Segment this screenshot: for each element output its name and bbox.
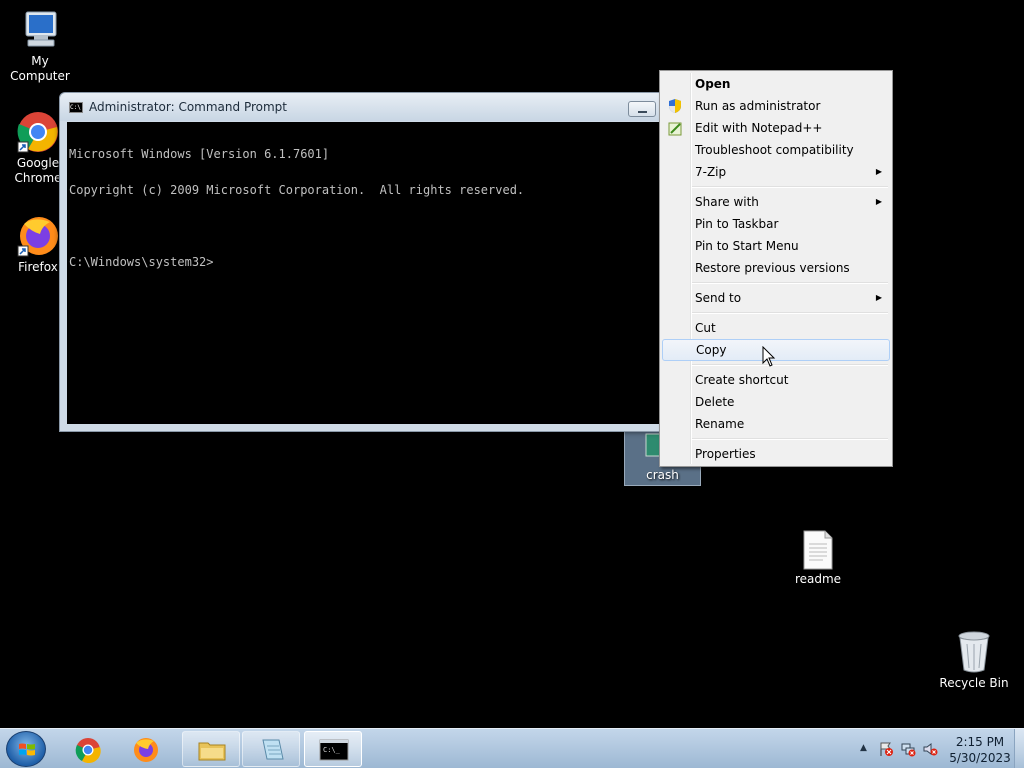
network-icon[interactable] bbox=[900, 741, 916, 757]
menu-item-label: Pin to Start Menu bbox=[695, 239, 799, 253]
menu-item-label: Delete bbox=[695, 395, 735, 409]
console-prompt: C:\Windows\system32> bbox=[69, 255, 214, 269]
menu-separator bbox=[662, 435, 890, 443]
cmd-console[interactable]: Microsoft Windows [Version 6.1.7601] Cop… bbox=[67, 122, 668, 424]
recycle-bin-icon bbox=[958, 631, 990, 673]
notepadpp-icon bbox=[668, 122, 682, 136]
menu-separator bbox=[662, 279, 890, 287]
system-tray: ▲ 2:15 PM 5/30/2023 bbox=[834, 729, 1024, 768]
firefox-icon bbox=[134, 738, 158, 762]
windows-logo-icon bbox=[19, 743, 35, 756]
window-title: Administrator: Command Prompt bbox=[89, 100, 287, 114]
desktop-icon-label: readme bbox=[794, 572, 842, 586]
menu-item-open[interactable]: Open bbox=[662, 73, 890, 95]
submenu-arrow-icon: ▶ bbox=[875, 293, 882, 302]
desktop-icon-my-computer[interactable]: My Computer bbox=[0, 8, 80, 84]
minimize-button[interactable] bbox=[628, 101, 656, 117]
start-button[interactable] bbox=[6, 731, 46, 767]
desktop-icon-label: My Computer bbox=[10, 54, 70, 83]
menu-item-label: 7-Zip bbox=[695, 165, 727, 179]
menu-separator bbox=[662, 361, 890, 369]
submenu-arrow-icon: ▶ bbox=[875, 197, 882, 206]
menu-item-label: Run as administrator bbox=[695, 99, 821, 113]
desktop-icon-readme[interactable]: readme bbox=[778, 530, 858, 587]
cmd-titlebar[interactable]: C:\ Administrator: Command Prompt bbox=[60, 93, 668, 121]
computer-icon bbox=[25, 11, 57, 47]
menu-item-label: Copy bbox=[696, 343, 727, 357]
chrome-icon bbox=[17, 112, 58, 153]
volume-muted-icon[interactable] bbox=[922, 741, 938, 757]
text-file-icon bbox=[803, 530, 833, 570]
menu-separator bbox=[662, 309, 890, 317]
menu-item-label: Send to bbox=[695, 291, 742, 305]
menu-item-label: Pin to Taskbar bbox=[695, 217, 779, 231]
menu-item-pin-start[interactable]: Pin to Start Menu bbox=[662, 235, 890, 257]
console-line: Copyright (c) 2009 Microsoft Corporation… bbox=[69, 183, 525, 197]
clock[interactable]: 2:15 PM 5/30/2023 bbox=[947, 734, 1013, 766]
show-desktop-button[interactable] bbox=[1014, 729, 1024, 768]
notepad-icon bbox=[262, 739, 284, 760]
clock-date: 5/30/2023 bbox=[949, 751, 1011, 765]
menu-item-pin-taskbar[interactable]: Pin to Taskbar bbox=[662, 213, 890, 235]
svg-text:C:\_: C:\_ bbox=[323, 746, 341, 754]
desktop-icon-label: crash bbox=[646, 468, 679, 482]
chrome-icon bbox=[75, 738, 101, 763]
menu-item-troubleshoot[interactable]: Troubleshoot compatibility bbox=[662, 139, 890, 161]
desktop-icon-label: Google Chrome bbox=[14, 156, 62, 185]
menu-item-7zip[interactable]: 7-Zip ▶ bbox=[662, 161, 890, 183]
menu-item-label: Restore previous versions bbox=[695, 261, 850, 275]
menu-item-delete[interactable]: Delete bbox=[662, 391, 890, 413]
menu-item-properties[interactable]: Properties bbox=[662, 443, 890, 465]
taskbar-cmd-button[interactable]: C:\_ bbox=[304, 731, 362, 767]
mouse-cursor-icon bbox=[762, 346, 776, 367]
menu-item-rename[interactable]: Rename bbox=[662, 413, 890, 435]
show-hidden-icons-icon[interactable]: ▲ bbox=[860, 743, 867, 753]
desktop-icon-label: Recycle Bin bbox=[939, 676, 1009, 690]
menu-item-run-as-admin[interactable]: Run as administrator bbox=[662, 95, 890, 117]
menu-separator bbox=[662, 183, 890, 191]
cmd-window[interactable]: C:\ Administrator: Command Prompt Micros… bbox=[59, 92, 669, 432]
context-menu[interactable]: Open Run as administrator Edit with Note… bbox=[659, 70, 893, 467]
menu-item-label: Open bbox=[695, 77, 731, 91]
menu-item-label: Create shortcut bbox=[695, 373, 789, 387]
taskbar: C:\_ ▲ 2:15 PM 5/30/2023 bbox=[0, 728, 1024, 768]
clock-time: 2:15 PM bbox=[955, 735, 1005, 749]
menu-item-share-with[interactable]: Share with ▶ bbox=[662, 191, 890, 213]
menu-item-cut[interactable]: Cut bbox=[662, 317, 890, 339]
menu-item-label: Cut bbox=[695, 321, 716, 335]
desktop-icon-recycle-bin[interactable]: Recycle Bin bbox=[934, 630, 1014, 691]
action-center-flag-icon[interactable] bbox=[878, 741, 894, 757]
menu-item-create-shortcut[interactable]: Create shortcut bbox=[662, 369, 890, 391]
taskbar-notepad-button[interactable] bbox=[242, 731, 300, 767]
menu-item-label: Rename bbox=[695, 417, 745, 431]
cmd-icon: C:\ bbox=[69, 101, 83, 113]
menu-item-label: Share with bbox=[695, 195, 759, 209]
menu-item-restore-versions[interactable]: Restore previous versions bbox=[662, 257, 890, 279]
menu-item-label: Properties bbox=[695, 447, 756, 461]
firefox-icon bbox=[17, 217, 58, 257]
taskbar-explorer-button[interactable] bbox=[182, 731, 240, 767]
uac-shield-icon bbox=[669, 99, 681, 113]
submenu-arrow-icon: ▶ bbox=[875, 167, 882, 176]
menu-item-copy[interactable]: Copy bbox=[662, 339, 890, 361]
taskbar-firefox-button[interactable] bbox=[116, 731, 174, 767]
taskbar-chrome-button[interactable] bbox=[58, 731, 116, 767]
menu-item-send-to[interactable]: Send to ▶ bbox=[662, 287, 890, 309]
folder-icon bbox=[198, 742, 226, 761]
cmd-icon: C:\_ bbox=[319, 739, 349, 761]
menu-item-label: Edit with Notepad++ bbox=[695, 121, 823, 135]
console-line: Microsoft Windows [Version 6.1.7601] bbox=[69, 147, 330, 161]
desktop-icon-label: Firefox bbox=[18, 260, 58, 274]
menu-item-edit-notepadpp[interactable]: Edit with Notepad++ bbox=[662, 117, 890, 139]
menu-item-label: Troubleshoot compatibility bbox=[695, 143, 854, 157]
